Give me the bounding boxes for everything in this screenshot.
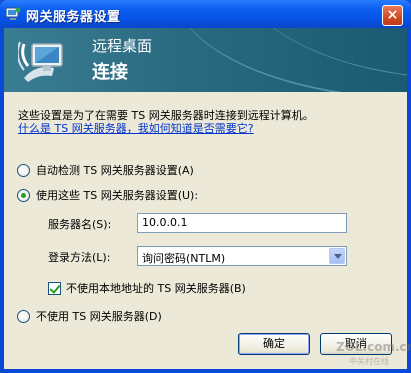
window-bottom-border	[0, 369, 411, 373]
radio-no-gateway-label: 不使用 TS 网关服务器(D)	[36, 310, 162, 323]
radio-auto-detect-button[interactable]	[17, 163, 30, 177]
remote-desktop-icon	[5, 7, 21, 20]
banner-title: 连接	[92, 62, 128, 83]
bypass-local-checkbox[interactable]	[48, 281, 61, 295]
server-name-label: 服务器名(S):	[48, 218, 112, 231]
watermark: ZOL.com.cn	[336, 340, 411, 354]
dialog-client-area: 远程桌面 连接 这些设置是为了在需要 TS 网关服务器时连接到远程计算机。 什么…	[4, 28, 411, 369]
radio-auto-detect[interactable]: 自动检测 TS 网关服务器设置(A)	[17, 162, 194, 178]
close-icon: ×	[386, 7, 399, 23]
chevron-down-icon[interactable]	[329, 248, 345, 264]
radio-no-gateway[interactable]: 不使用 TS 网关服务器(D)	[17, 308, 162, 324]
logon-method-value: 询问密码(NTLM)	[142, 252, 226, 265]
watermark-subtext: 中关村在线	[349, 357, 389, 366]
radio-use-settings-label: 使用这些 TS 网关服务器设置(U):	[36, 189, 199, 202]
radio-use-settings-button[interactable]	[17, 188, 30, 202]
help-link[interactable]: 什么是 TS 网关服务器，我如何知道是否需要它?	[18, 120, 254, 136]
title-bar[interactable]: 网关服务器设置 ×	[0, 0, 411, 28]
logon-method-label: 登录方法(L):	[48, 251, 111, 264]
close-button[interactable]: ×	[382, 5, 403, 26]
dialog-window: 网关服务器设置 × 远程桌面 连接 这些设置是为了在需要 TS 网关服务器时连接…	[0, 0, 411, 373]
bypass-local-checkbox-row[interactable]: 不使用本地地址的 TS 网关服务器(B)	[48, 280, 246, 296]
radio-auto-detect-label: 自动检测 TS 网关服务器设置(A)	[36, 164, 194, 177]
bypass-local-label: 不使用本地地址的 TS 网关服务器(B)	[66, 282, 246, 295]
banner-subtitle: 远程桌面	[92, 37, 153, 55]
header-banner: 远程桌面 连接	[4, 28, 407, 92]
server-name-input[interactable]: 10.0.0.1	[137, 213, 347, 233]
logon-method-select[interactable]: 询问密码(NTLM)	[137, 246, 347, 266]
window-title: 网关服务器设置	[26, 10, 121, 25]
radio-use-settings[interactable]: 使用这些 TS 网关服务器设置(U):	[17, 187, 198, 203]
ok-button[interactable]: 确定	[238, 333, 310, 355]
remote-desktop-logo-icon	[18, 41, 63, 82]
radio-no-gateway-button[interactable]	[17, 309, 30, 323]
